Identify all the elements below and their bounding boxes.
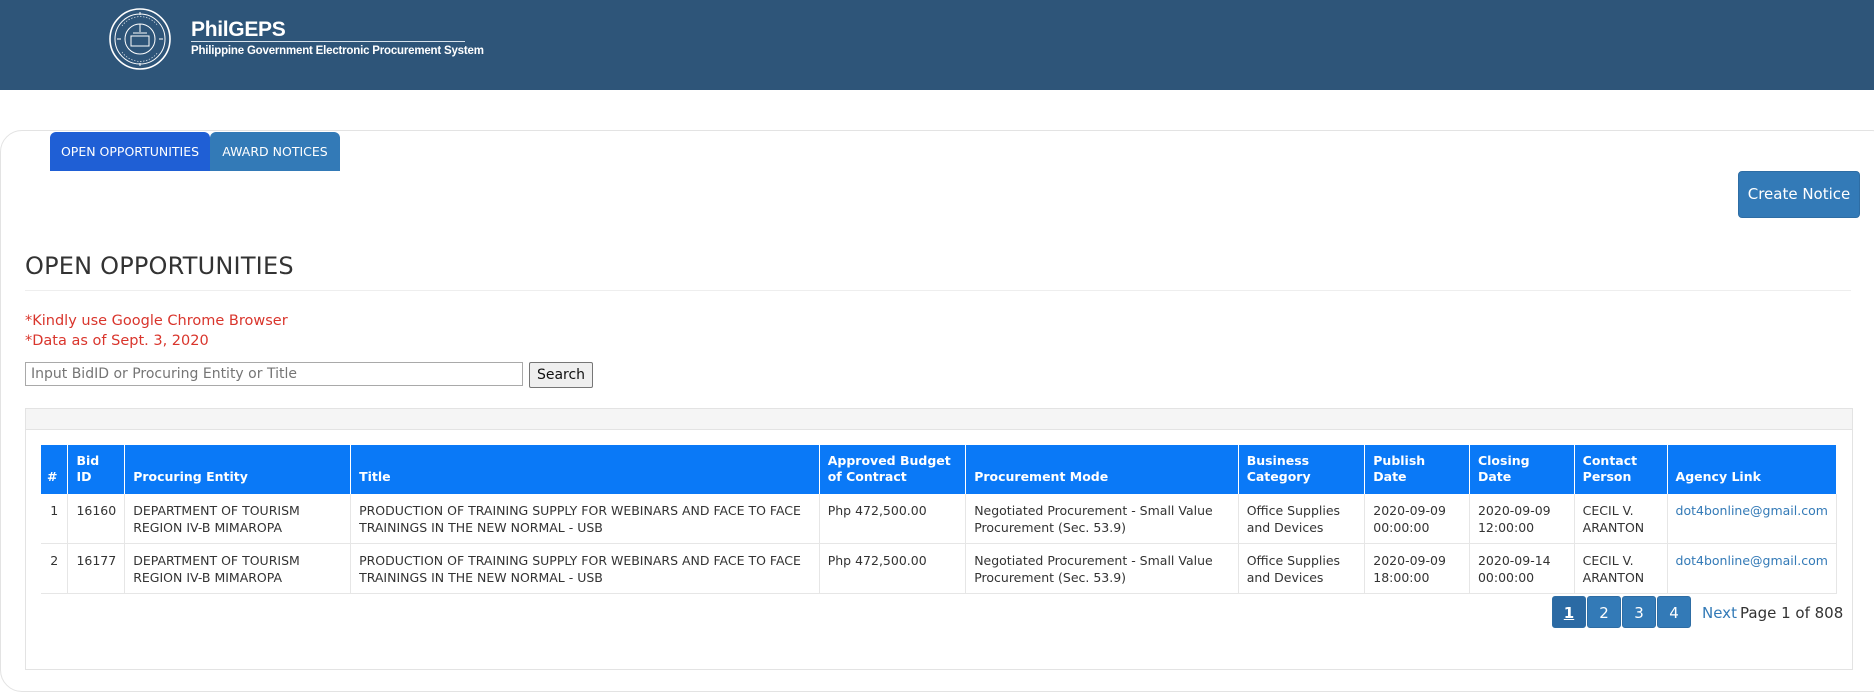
agency-link[interactable]: dot4bonline@gmail.com <box>1676 503 1828 518</box>
page-button-2[interactable]: 2 <box>1587 596 1621 628</box>
agency-link-cell: dot4bonline@gmail.com <box>1667 494 1838 544</box>
col-header-procuring-entity: Procuring Entity <box>124 445 352 494</box>
page-title: OPEN OPPORTUNITIES <box>25 252 294 280</box>
approved-budget: Php 472,500.00 <box>819 543 967 594</box>
procuring-entity: DEPARTMENT OF TOURISM REGION IV-B MIMARO… <box>124 543 352 594</box>
create-notice-button[interactable]: Create Notice <box>1738 171 1860 218</box>
opportunities-table: # Bid ID Procuring Entity Title Approved… <box>41 445 1838 594</box>
philgeps-seal-icon <box>109 8 171 70</box>
business-category: Office Supplies and Devices <box>1238 494 1366 544</box>
closing-date: 2020-09-14 00:00:00 <box>1469 543 1575 594</box>
browser-notice: *Kindly use Google Chrome Browser <box>25 313 288 329</box>
row-number: 1 <box>41 494 69 544</box>
table-row: 2 16177 DEPARTMENT OF TOURISM REGION IV-… <box>41 543 1838 594</box>
business-category: Office Supplies and Devices <box>1238 543 1366 594</box>
page-button-4[interactable]: 4 <box>1657 596 1691 628</box>
col-header-approved-budget: Approved Budget of Contract <box>819 445 967 494</box>
brand-name: PhilGEPS <box>191 18 286 41</box>
contact-person: CECIL V. ARANTON <box>1574 543 1668 594</box>
publish-date: 2020-09-09 18:00:00 <box>1364 543 1470 594</box>
top-header: PhilGEPS Philippine Government Electroni… <box>0 0 1874 90</box>
col-header-bid-id: Bid ID <box>67 445 126 494</box>
bid-id: 16177 <box>67 543 126 594</box>
brand-divider <box>191 41 465 42</box>
col-header-closing-date: Closing Date <box>1469 445 1575 494</box>
next-page-link[interactable]: Next <box>1702 604 1737 622</box>
col-header-agency-link: Agency Link <box>1667 445 1838 494</box>
results-well-header <box>26 409 1852 430</box>
procurement-mode: Negotiated Procurement - Small Value Pro… <box>965 494 1239 544</box>
approved-budget: Php 472,500.00 <box>819 494 967 544</box>
data-date-notice: *Data as of Sept. 3, 2020 <box>25 333 209 349</box>
closing-date: 2020-09-09 12:00:00 <box>1469 494 1575 544</box>
col-header-contact-person: Contact Person <box>1574 445 1668 494</box>
row-number: 2 <box>41 543 69 594</box>
title-divider <box>25 290 1851 291</box>
col-header-num: # <box>41 445 69 494</box>
table-row: 1 16160 DEPARTMENT OF TOURISM REGION IV-… <box>41 494 1838 544</box>
agency-link[interactable]: dot4bonline@gmail.com <box>1676 553 1828 568</box>
contact-person: CECIL V. ARANTON <box>1574 494 1668 544</box>
col-header-publish-date: Publish Date <box>1364 445 1470 494</box>
col-header-business-category: Business Category <box>1238 445 1366 494</box>
search-button[interactable]: Search <box>529 362 593 388</box>
page-button-1[interactable]: 1 <box>1552 596 1586 628</box>
agency-link-cell: dot4bonline@gmail.com <box>1667 543 1838 594</box>
publish-date: 2020-09-09 00:00:00 <box>1364 494 1470 544</box>
tab-open-opportunities[interactable]: OPEN OPPORTUNITIES <box>50 132 210 171</box>
opportunity-title: PRODUCTION OF TRAINING SUPPLY FOR WEBINA… <box>350 543 820 594</box>
tab-award-notices[interactable]: AWARD NOTICES <box>210 132 340 171</box>
col-header-title: Title <box>350 445 820 494</box>
procuring-entity: DEPARTMENT OF TOURISM REGION IV-B MIMARO… <box>124 494 352 544</box>
page-button-3[interactable]: 3 <box>1622 596 1656 628</box>
bid-id: 16160 <box>67 494 126 544</box>
procurement-mode: Negotiated Procurement - Small Value Pro… <box>965 543 1239 594</box>
col-header-procurement-mode: Procurement Mode <box>965 445 1239 494</box>
opportunity-title: PRODUCTION OF TRAINING SUPPLY FOR WEBINA… <box>350 494 820 544</box>
brand-subtitle: Philippine Government Electronic Procure… <box>191 45 484 57</box>
page-info: Page 1 of 808 <box>1740 604 1844 622</box>
search-input[interactable] <box>25 362 523 386</box>
table-header-row: # Bid ID Procuring Entity Title Approved… <box>41 445 1838 494</box>
